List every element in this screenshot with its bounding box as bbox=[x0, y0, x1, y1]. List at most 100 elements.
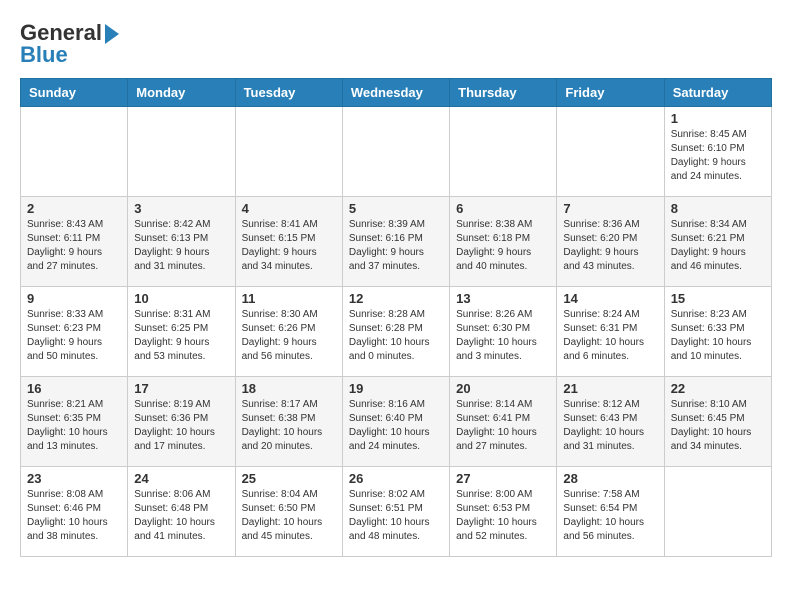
calendar-cell: 27 Sunrise: 8:00 AM Sunset: 6:53 PM Dayli… bbox=[450, 467, 557, 557]
day-number: 1 bbox=[671, 111, 765, 126]
calendar-cell: 1 Sunrise: 8:45 AM Sunset: 6:10 PM Daylig… bbox=[664, 107, 771, 197]
day-number: 23 bbox=[27, 471, 121, 486]
day-info: Sunrise: 8:30 AM Sunset: 6:26 PM Dayligh… bbox=[242, 308, 336, 364]
calendar-cell: 5 Sunrise: 8:39 AM Sunset: 6:16 PM Daylig… bbox=[342, 197, 449, 287]
day-number: 22 bbox=[671, 381, 765, 396]
day-number: 14 bbox=[563, 291, 657, 306]
calendar-cell: 19 Sunrise: 8:16 AM Sunset: 6:40 PM Dayli… bbox=[342, 377, 449, 467]
day-number: 26 bbox=[349, 471, 443, 486]
calendar-cell: 2 Sunrise: 8:43 AM Sunset: 6:11 PM Daylig… bbox=[21, 197, 128, 287]
day-info: Sunrise: 8:43 AM Sunset: 6:11 PM Dayligh… bbox=[27, 218, 121, 274]
day-number: 18 bbox=[242, 381, 336, 396]
calendar-cell: 25 Sunrise: 8:04 AM Sunset: 6:50 PM Dayli… bbox=[235, 467, 342, 557]
day-number: 25 bbox=[242, 471, 336, 486]
calendar-cell: 21 Sunrise: 8:12 AM Sunset: 6:43 PM Dayli… bbox=[557, 377, 664, 467]
day-number: 12 bbox=[349, 291, 443, 306]
day-number: 20 bbox=[456, 381, 550, 396]
calendar-cell: 17 Sunrise: 8:19 AM Sunset: 6:36 PM Dayli… bbox=[128, 377, 235, 467]
calendar-cell bbox=[342, 107, 449, 197]
day-info: Sunrise: 8:31 AM Sunset: 6:25 PM Dayligh… bbox=[134, 308, 228, 364]
calendar-week-row: 9 Sunrise: 8:33 AM Sunset: 6:23 PM Daylig… bbox=[21, 287, 772, 377]
calendar-cell bbox=[557, 107, 664, 197]
day-info: Sunrise: 8:39 AM Sunset: 6:16 PM Dayligh… bbox=[349, 218, 443, 274]
calendar-cell: 4 Sunrise: 8:41 AM Sunset: 6:15 PM Daylig… bbox=[235, 197, 342, 287]
day-info: Sunrise: 8:12 AM Sunset: 6:43 PM Dayligh… bbox=[563, 398, 657, 454]
day-number: 3 bbox=[134, 201, 228, 216]
day-info: Sunrise: 8:36 AM Sunset: 6:20 PM Dayligh… bbox=[563, 218, 657, 274]
day-info: Sunrise: 8:33 AM Sunset: 6:23 PM Dayligh… bbox=[27, 308, 121, 364]
day-info: Sunrise: 8:41 AM Sunset: 6:15 PM Dayligh… bbox=[242, 218, 336, 274]
calendar-week-row: 2 Sunrise: 8:43 AM Sunset: 6:11 PM Daylig… bbox=[21, 197, 772, 287]
day-info: Sunrise: 8:14 AM Sunset: 6:41 PM Dayligh… bbox=[456, 398, 550, 454]
day-number: 13 bbox=[456, 291, 550, 306]
calendar-week-row: 16 Sunrise: 8:21 AM Sunset: 6:35 PM Dayli… bbox=[21, 377, 772, 467]
day-info: Sunrise: 8:26 AM Sunset: 6:30 PM Dayligh… bbox=[456, 308, 550, 364]
day-info: Sunrise: 8:21 AM Sunset: 6:35 PM Dayligh… bbox=[27, 398, 121, 454]
day-info: Sunrise: 7:58 AM Sunset: 6:54 PM Dayligh… bbox=[563, 488, 657, 544]
day-number: 11 bbox=[242, 291, 336, 306]
day-number: 9 bbox=[27, 291, 121, 306]
day-number: 17 bbox=[134, 381, 228, 396]
day-info: Sunrise: 8:23 AM Sunset: 6:33 PM Dayligh… bbox=[671, 308, 765, 364]
calendar-cell bbox=[21, 107, 128, 197]
day-header-monday: Monday bbox=[128, 79, 235, 107]
calendar-cell: 10 Sunrise: 8:31 AM Sunset: 6:25 PM Dayli… bbox=[128, 287, 235, 377]
day-info: Sunrise: 8:06 AM Sunset: 6:48 PM Dayligh… bbox=[134, 488, 228, 544]
day-info: Sunrise: 8:16 AM Sunset: 6:40 PM Dayligh… bbox=[349, 398, 443, 454]
day-number: 8 bbox=[671, 201, 765, 216]
day-info: Sunrise: 8:02 AM Sunset: 6:51 PM Dayligh… bbox=[349, 488, 443, 544]
calendar-cell: 3 Sunrise: 8:42 AM Sunset: 6:13 PM Daylig… bbox=[128, 197, 235, 287]
day-header-tuesday: Tuesday bbox=[235, 79, 342, 107]
calendar-cell bbox=[664, 467, 771, 557]
calendar-cell bbox=[450, 107, 557, 197]
day-number: 10 bbox=[134, 291, 228, 306]
day-info: Sunrise: 8:17 AM Sunset: 6:38 PM Dayligh… bbox=[242, 398, 336, 454]
day-number: 27 bbox=[456, 471, 550, 486]
calendar-cell: 14 Sunrise: 8:24 AM Sunset: 6:31 PM Dayli… bbox=[557, 287, 664, 377]
calendar-cell: 7 Sunrise: 8:36 AM Sunset: 6:20 PM Daylig… bbox=[557, 197, 664, 287]
calendar-cell: 26 Sunrise: 8:02 AM Sunset: 6:51 PM Dayli… bbox=[342, 467, 449, 557]
calendar-week-row: 23 Sunrise: 8:08 AM Sunset: 6:46 PM Dayli… bbox=[21, 467, 772, 557]
calendar-cell: 12 Sunrise: 8:28 AM Sunset: 6:28 PM Dayli… bbox=[342, 287, 449, 377]
calendar-week-row: 1 Sunrise: 8:45 AM Sunset: 6:10 PM Daylig… bbox=[21, 107, 772, 197]
day-info: Sunrise: 8:10 AM Sunset: 6:45 PM Dayligh… bbox=[671, 398, 765, 454]
calendar-cell bbox=[235, 107, 342, 197]
day-info: Sunrise: 8:34 AM Sunset: 6:21 PM Dayligh… bbox=[671, 218, 765, 274]
calendar-cell: 8 Sunrise: 8:34 AM Sunset: 6:21 PM Daylig… bbox=[664, 197, 771, 287]
calendar-cell: 16 Sunrise: 8:21 AM Sunset: 6:35 PM Dayli… bbox=[21, 377, 128, 467]
day-header-saturday: Saturday bbox=[664, 79, 771, 107]
day-info: Sunrise: 8:42 AM Sunset: 6:13 PM Dayligh… bbox=[134, 218, 228, 274]
calendar-cell bbox=[128, 107, 235, 197]
calendar-cell: 11 Sunrise: 8:30 AM Sunset: 6:26 PM Dayli… bbox=[235, 287, 342, 377]
day-number: 7 bbox=[563, 201, 657, 216]
logo-blue: Blue bbox=[20, 42, 68, 68]
calendar-cell: 24Sunrise: 8:06 AM Sunset: 6:48 PM Dayli… bbox=[128, 467, 235, 557]
calendar-cell: 20 Sunrise: 8:14 AM Sunset: 6:41 PM Dayli… bbox=[450, 377, 557, 467]
day-header-friday: Friday bbox=[557, 79, 664, 107]
day-info: Sunrise: 8:19 AM Sunset: 6:36 PM Dayligh… bbox=[134, 398, 228, 454]
day-number: 6 bbox=[456, 201, 550, 216]
day-header-thursday: Thursday bbox=[450, 79, 557, 107]
day-info: Sunrise: 8:45 AM Sunset: 6:10 PM Dayligh… bbox=[671, 128, 765, 184]
calendar-cell: 13 Sunrise: 8:26 AM Sunset: 6:30 PM Dayli… bbox=[450, 287, 557, 377]
calendar-table: SundayMondayTuesdayWednesdayThursdayFrid… bbox=[20, 78, 772, 557]
calendar-header-row: SundayMondayTuesdayWednesdayThursdayFrid… bbox=[21, 79, 772, 107]
day-info: Sunrise: 8:24 AM Sunset: 6:31 PM Dayligh… bbox=[563, 308, 657, 364]
day-header-wednesday: Wednesday bbox=[342, 79, 449, 107]
day-number: 5 bbox=[349, 201, 443, 216]
day-number: 2 bbox=[27, 201, 121, 216]
day-number: 19 bbox=[349, 381, 443, 396]
day-info: Sunrise: 8:04 AM Sunset: 6:50 PM Dayligh… bbox=[242, 488, 336, 544]
header: General Blue bbox=[20, 20, 772, 68]
day-number: 21 bbox=[563, 381, 657, 396]
calendar-cell: 18 Sunrise: 8:17 AM Sunset: 6:38 PM Dayli… bbox=[235, 377, 342, 467]
logo-arrow-icon bbox=[105, 24, 119, 44]
day-info: Sunrise: 8:08 AM Sunset: 6:46 PM Dayligh… bbox=[27, 488, 121, 544]
day-number: 4 bbox=[242, 201, 336, 216]
day-info: Sunrise: 8:28 AM Sunset: 6:28 PM Dayligh… bbox=[349, 308, 443, 364]
calendar-cell: 23 Sunrise: 8:08 AM Sunset: 6:46 PM Dayli… bbox=[21, 467, 128, 557]
day-number: 16 bbox=[27, 381, 121, 396]
day-number: 15 bbox=[671, 291, 765, 306]
day-info: Sunrise: 8:00 AM Sunset: 6:53 PM Dayligh… bbox=[456, 488, 550, 544]
calendar-cell: 9 Sunrise: 8:33 AM Sunset: 6:23 PM Daylig… bbox=[21, 287, 128, 377]
